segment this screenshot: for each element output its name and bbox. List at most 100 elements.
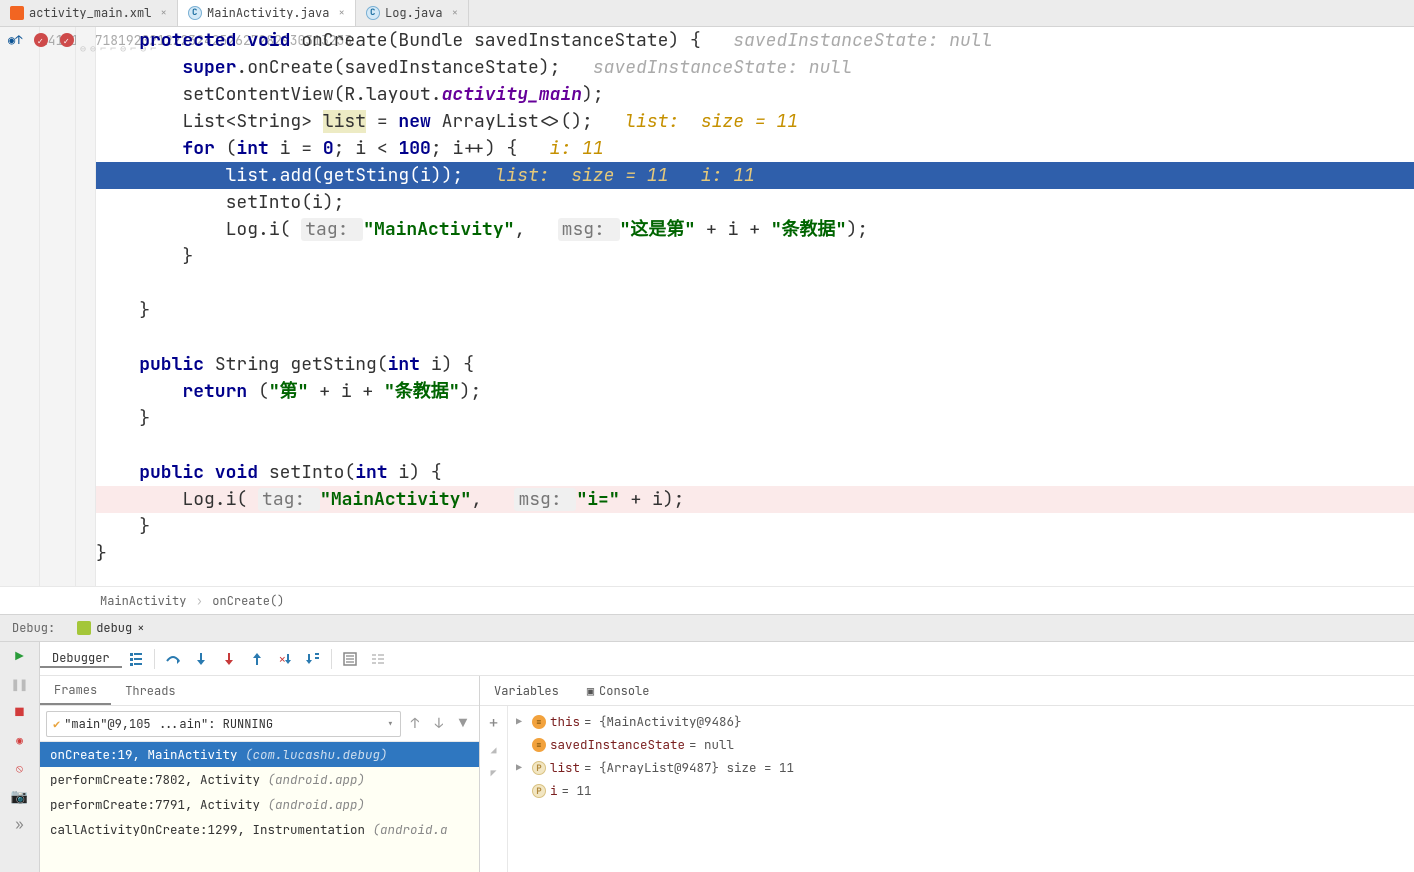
code-line[interactable]: setContentView(R.layout.activity_main);	[96, 81, 1414, 108]
code-line[interactable]: setInto(i);	[96, 189, 1414, 216]
frames-panel: Frames Threads ✔ "main"@9,105 ...ain": R…	[40, 676, 480, 872]
code-line[interactable]: public String getSting(int i) {	[96, 351, 1414, 378]
code-line[interactable]: public void setInto(int i) {	[96, 459, 1414, 486]
chevron-down-icon: ▾	[387, 716, 394, 732]
code-line[interactable]: Log.i( tag: "MainActivity", msg: "i=" + …	[96, 486, 1414, 513]
code-area[interactable]: protected void onCreate(Bundle savedInst…	[96, 27, 1414, 586]
variable-type-icon: P	[532, 761, 546, 775]
code-editor[interactable]: ◉↑ 1415161718192021222324252627282930313…	[0, 27, 1414, 586]
code-line[interactable]: }	[96, 513, 1414, 540]
debug-config-name: debug	[96, 620, 132, 636]
code-line[interactable]: Log.i( tag: "MainActivity", msg: "这是第" +…	[96, 216, 1414, 243]
threads-tab[interactable]: Threads	[111, 676, 189, 705]
variable-row[interactable]: ▶≡ this = {MainActivity@9486}	[516, 710, 1406, 733]
debug-label: Debug:	[0, 620, 67, 636]
view-breakpoints-button[interactable]: ◉	[11, 732, 29, 750]
close-icon[interactable]: ×	[338, 6, 345, 20]
expand-icon[interactable]: ▶	[516, 761, 528, 774]
android-icon	[77, 621, 91, 635]
breadcrumb-method[interactable]: onCreate()	[212, 593, 284, 609]
pause-button[interactable]: ❚❚	[11, 676, 29, 694]
stack-frame[interactable]: onCreate:19, MainActivity (com.lucashu.d…	[40, 742, 479, 767]
stack-frame[interactable]: performCreate:7802, Activity (android.ap…	[40, 767, 479, 792]
step-into-button[interactable]	[191, 649, 211, 669]
close-icon[interactable]: ×	[452, 6, 459, 20]
debug-config-tab[interactable]: debug ×	[67, 615, 154, 641]
run-to-cursor-button[interactable]	[303, 649, 323, 669]
code-line[interactable]: list.add(getSting(i)); list: size = 11 i…	[96, 162, 1414, 189]
stop-button[interactable]: ■	[11, 704, 29, 722]
tab-label: MainActivity.java	[207, 5, 329, 21]
debug-tool-window-header: Debug: debug ×	[0, 614, 1414, 642]
code-line[interactable]: for (int i = 0; i < 100; i++) { i: 11	[96, 135, 1414, 162]
next-frame-button[interactable]: ↓	[429, 715, 449, 733]
code-line[interactable]: super.onCreate(savedInstanceState); save…	[96, 54, 1414, 81]
code-line[interactable]: }	[96, 243, 1414, 270]
code-line[interactable]	[96, 324, 1414, 351]
code-line[interactable]: return ("第" + i + "条教据");	[96, 378, 1414, 405]
breadcrumb-sep: ›	[196, 593, 203, 609]
expand-icon[interactable]: ▶	[516, 715, 528, 728]
code-line[interactable]: }	[96, 540, 1414, 567]
debugger-content: Frames Threads ✔ "main"@9,105 ...ain": R…	[40, 676, 1414, 872]
debug-tool-window: ▶ ❚❚ ■ ◉ ⦸ 📷 » Debugger ✕	[0, 642, 1414, 872]
debugger-toolbar: Debugger ✕	[40, 642, 1414, 676]
frames-tabs: Frames Threads	[40, 676, 479, 706]
close-icon[interactable]: ×	[160, 6, 167, 20]
code-line[interactable]: }	[96, 297, 1414, 324]
variables-tab[interactable]: Variables	[480, 676, 573, 705]
trace-button[interactable]	[368, 649, 388, 669]
variable-type-icon: ≡	[532, 738, 546, 752]
breadcrumb[interactable]: MainActivity › onCreate()	[0, 586, 1414, 614]
breadcrumb-class[interactable]: MainActivity	[100, 593, 186, 609]
step-over-button[interactable]	[163, 649, 183, 669]
stack-frame[interactable]: callActivityOnCreate:1299, Instrumentati…	[40, 817, 479, 842]
editor-tab[interactable]: MainActivity.java ×	[178, 0, 356, 26]
variables-tree[interactable]: ▶≡ this = {MainActivity@9486}≡ savedInst…	[508, 706, 1414, 872]
drop-frame-button[interactable]: ✕	[275, 649, 295, 669]
more-button[interactable]: »	[11, 816, 29, 834]
filter-frames-button[interactable]: ▼	[453, 715, 473, 733]
variable-type-icon: ≡	[532, 715, 546, 729]
code-line[interactable]: List<String> list = new ArrayList<>(); l…	[96, 108, 1414, 135]
stack-frame[interactable]: performCreate:7791, Activity (android.ap…	[40, 792, 479, 817]
remove-watch-button[interactable]: ◤	[490, 766, 496, 779]
variables-tabs: Variables ▣ Console	[480, 676, 1414, 706]
frames-list[interactable]: onCreate:19, MainActivity (com.lucashu.d…	[40, 742, 479, 872]
console-tab-label: Console	[599, 683, 649, 699]
console-tab[interactable]: ▣ Console	[573, 676, 664, 705]
step-out-button[interactable]	[247, 649, 267, 669]
thread-name: "main"@9,105 ...ain": RUNNING	[64, 716, 273, 732]
thread-selector[interactable]: ✔ "main"@9,105 ...ain": RUNNING ▾	[46, 711, 401, 737]
frames-tab[interactable]: Frames	[40, 676, 111, 705]
xml-file-icon	[10, 6, 24, 20]
editor-tab[interactable]: Log.java×	[356, 0, 469, 26]
code-line[interactable]: protected void onCreate(Bundle savedInst…	[96, 27, 1414, 54]
show-execution-point-button[interactable]	[126, 649, 146, 669]
add-watch-button[interactable]: +	[489, 712, 499, 733]
mute-breakpoints-button[interactable]: ⦸	[11, 760, 29, 778]
tab-label: activity_main.xml	[29, 5, 151, 21]
code-line[interactable]: }	[96, 405, 1414, 432]
collapse-down-icon[interactable]: ◢	[490, 743, 496, 756]
camera-button[interactable]: 📷	[11, 788, 29, 806]
resume-button[interactable]: ▶	[11, 648, 29, 666]
breakpoint-gutter[interactable]: ◉↑	[0, 27, 40, 586]
code-line[interactable]	[96, 432, 1414, 459]
code-line[interactable]	[96, 270, 1414, 297]
frames-toolbar: ✔ "main"@9,105 ...ain": RUNNING ▾ ↑ ↓ ▼	[40, 706, 479, 742]
debugger-tab[interactable]: Debugger	[40, 650, 122, 668]
console-icon: ▣	[587, 683, 594, 699]
variable-row[interactable]: ▶P list = {ArrayList@9487} size = 11	[516, 756, 1406, 779]
svg-text:✕: ✕	[279, 653, 286, 667]
force-step-into-button[interactable]	[219, 649, 239, 669]
editor-tab[interactable]: activity_main.xml ×	[0, 0, 178, 26]
variable-row[interactable]: P i = 11	[516, 779, 1406, 802]
execution-point-icon: ◉↑	[8, 32, 22, 48]
prev-frame-button[interactable]: ↑	[405, 715, 425, 733]
evaluate-expression-button[interactable]	[340, 649, 360, 669]
variables-panel: Variables ▣ Console + ◢ ◤ ▶≡ this = {Mai…	[480, 676, 1414, 872]
variable-row[interactable]: ≡ savedInstanceState = null	[516, 733, 1406, 756]
fold-gutter[interactable]: ⊖⊖⌐⌐⊖⌐⊖⌐	[76, 27, 96, 586]
close-icon[interactable]: ×	[137, 620, 144, 636]
